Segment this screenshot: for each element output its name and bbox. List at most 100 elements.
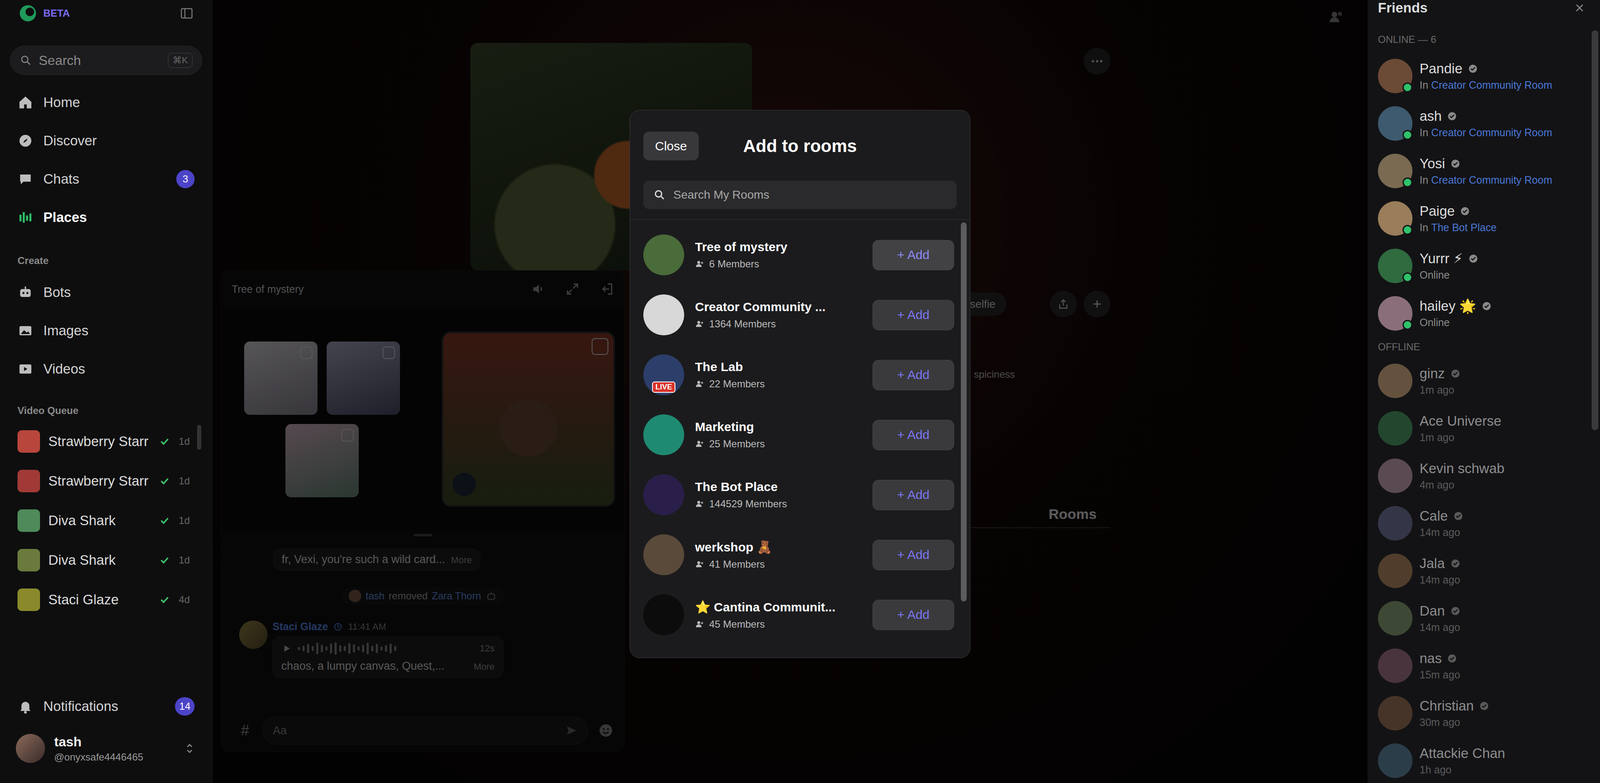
room-members: 6 Members <box>695 258 862 270</box>
scrollbar-thumb[interactable] <box>1591 30 1599 431</box>
friend-row[interactable]: ashInCreator Community Room <box>1377 99 1592 148</box>
friend-row[interactable]: Kevin schwab4m ago <box>1377 452 1592 500</box>
status-text: In <box>1419 79 1429 92</box>
friend-row[interactable]: Jala14m ago <box>1377 547 1592 595</box>
nav-item[interactable]: Places <box>10 198 203 237</box>
create-label: Bots <box>43 284 71 301</box>
add-room-button[interactable]: + Add <box>872 480 955 511</box>
search-placeholder: Search My Rooms <box>673 188 770 202</box>
collapse-sidebar-icon[interactable] <box>179 6 194 21</box>
check-icon <box>158 475 171 488</box>
notifications-item[interactable]: Notifications14 <box>10 687 203 726</box>
friend-name: Pandie <box>1419 60 1463 77</box>
room-info: Creator Community ...1364 Members <box>695 300 862 330</box>
friend-avatar <box>1377 743 1413 779</box>
room-name: Tree of mystery <box>695 240 862 255</box>
status-text: 15m ago <box>1419 669 1460 682</box>
queue-name: Diva Shark <box>48 552 151 569</box>
friend-row[interactable]: Cale14m ago <box>1377 499 1592 548</box>
scrollbar-thumb[interactable] <box>197 425 202 450</box>
friend-row[interactable]: hailey 🌟Online <box>1377 289 1592 338</box>
create-item[interactable]: Bots <box>10 273 203 312</box>
compass-icon <box>17 132 34 149</box>
friend-row[interactable]: nas 15m ago <box>1377 642 1592 690</box>
bot-icon <box>17 284 34 301</box>
room-members: 1364 Members <box>695 318 862 330</box>
room-members: 22 Members <box>695 378 862 390</box>
room-link[interactable]: Creator Community Room <box>1431 126 1553 139</box>
add-room-button[interactable]: + Add <box>872 240 955 271</box>
add-room-button[interactable]: + Add <box>872 600 955 631</box>
friend-row[interactable]: ginz1m ago <box>1377 357 1592 405</box>
dialog-title: Add to rooms <box>743 136 858 157</box>
queue-item[interactable]: Diva Shark1d <box>10 540 198 580</box>
friend-row[interactable]: PaigeInThe Bot Place <box>1377 194 1592 243</box>
room-list-scrollbar[interactable] <box>960 220 970 658</box>
add-room-button[interactable]: + Add <box>872 540 955 571</box>
members-icon <box>695 319 705 330</box>
close-icon[interactable] <box>1573 1 1586 15</box>
friend-row[interactable]: Dan14m ago <box>1377 594 1592 643</box>
verified-icon <box>1450 605 1461 617</box>
nav-item[interactable]: Home <box>10 83 203 122</box>
user-info: tash@onyxsafe4446465 <box>54 734 174 764</box>
members-icon <box>695 559 705 570</box>
friend-name-row: Dan <box>1419 603 1461 620</box>
create-item[interactable]: Images <box>10 311 203 350</box>
queue-item[interactable]: Strawberry Starr1d <box>10 421 198 462</box>
verified-icon <box>1478 700 1490 712</box>
friend-status: InCreator Community Room <box>1419 126 1553 139</box>
queue-scrollbar[interactable] <box>197 421 203 620</box>
nav-item[interactable]: Chats3 <box>10 160 203 199</box>
room-link[interactable]: Creator Community Room <box>1431 174 1553 187</box>
friend-avatar <box>1377 153 1413 189</box>
status-text: 4m ago <box>1419 479 1455 492</box>
sidebar-search[interactable]: Search⌘K <box>10 45 203 75</box>
queue-item[interactable]: Staci Glaze4d <box>10 580 198 620</box>
add-room-button[interactable]: + Add <box>872 360 955 391</box>
online-dot <box>1402 225 1413 235</box>
friend-row[interactable]: Pandie InCreator Community Room <box>1377 52 1592 100</box>
friend-row[interactable]: Attackie Chan1h ago <box>1377 737 1592 783</box>
friend-name-row: ginz <box>1419 365 1461 382</box>
queue-thumbnail <box>17 470 40 493</box>
status-text: 14m ago <box>1419 526 1460 539</box>
friend-status: 1h ago <box>1419 764 1505 777</box>
friend-row[interactable]: Ace Universe1m ago <box>1377 404 1592 453</box>
room-link[interactable]: Creator Community Room <box>1431 79 1553 92</box>
queue-item[interactable]: Strawberry Starr1d <box>10 461 198 501</box>
friend-status: 14m ago <box>1419 526 1464 539</box>
user-menu[interactable]: tash@onyxsafe4446465 <box>10 725 203 772</box>
queue-thumbnail <box>17 588 40 612</box>
queue-item[interactable]: Diva Shark1d <box>10 500 198 541</box>
friend-avatar <box>1377 201 1413 236</box>
friend-name-row: ash <box>1419 108 1553 125</box>
room-link[interactable]: The Bot Place <box>1431 221 1497 234</box>
room-search[interactable]: Search My Rooms <box>643 180 957 210</box>
room-avatar <box>643 234 685 276</box>
add-room-button[interactable]: + Add <box>872 300 955 331</box>
friend-status: 14m ago <box>1419 621 1461 634</box>
video-queue-list: Strawberry Starr1dStrawberry Starr1dDiva… <box>10 421 198 620</box>
friend-row[interactable]: YosiInCreator Community Room <box>1377 147 1592 195</box>
friend-name: Christian <box>1419 698 1474 715</box>
friend-avatar <box>1377 296 1413 331</box>
logo-icon[interactable] <box>18 3 38 23</box>
room-row: Creator Community ...1364 Members + Add <box>643 285 955 345</box>
friend-status: 4m ago <box>1419 479 1505 492</box>
create-item[interactable]: Videos <box>10 350 203 389</box>
nav-item[interactable]: Discover <box>10 121 203 160</box>
room-members: 144529 Members <box>695 498 862 510</box>
room-info: Tree of mystery 6 Members <box>695 240 862 270</box>
friend-row[interactable]: Christian30m ago <box>1377 689 1592 738</box>
member-count: 45 Members <box>709 618 765 631</box>
friend-name: Dan <box>1419 603 1445 620</box>
friend-name: nas <box>1419 650 1442 667</box>
add-room-button[interactable]: + Add <box>872 420 955 451</box>
friend-status: 15m ago <box>1419 669 1460 682</box>
friends-scrollbar[interactable] <box>1591 0 1600 783</box>
scrollbar-thumb[interactable] <box>960 222 967 602</box>
close-button[interactable]: Close <box>643 131 699 161</box>
friend-row[interactable]: Yurrr ⚡Online <box>1377 242 1592 290</box>
members-icon <box>695 499 705 510</box>
